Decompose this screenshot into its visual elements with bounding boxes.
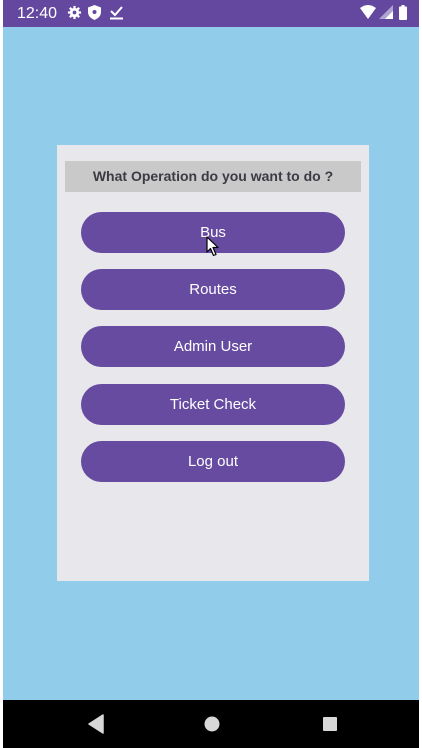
log-out-button[interactable]: Log out (81, 441, 345, 482)
home-icon[interactable] (202, 714, 222, 734)
recents-icon[interactable] (320, 714, 340, 734)
operation-title: What Operation do you want to do ? (65, 161, 361, 192)
wifi-icon (360, 5, 376, 19)
status-bar: 12:40 (3, 0, 419, 27)
shield-icon (88, 5, 101, 20)
battery-icon (399, 5, 407, 20)
status-time: 12:40 (17, 5, 58, 22)
download-done-icon (110, 6, 123, 20)
ticket-check-button[interactable]: Ticket Check (81, 384, 345, 425)
operation-card: What Operation do you want to do ? Bus R… (57, 145, 369, 581)
gear-icon (67, 5, 82, 20)
app-screen: 12:40 What Operation do you want to do ?… (3, 0, 419, 748)
back-icon[interactable] (87, 714, 105, 734)
mouse-pointer-icon (206, 236, 219, 257)
navigation-bar (3, 700, 419, 748)
routes-button[interactable]: Routes (81, 269, 345, 310)
admin-user-button[interactable]: Admin User (81, 326, 345, 367)
signal-icon (379, 5, 393, 19)
